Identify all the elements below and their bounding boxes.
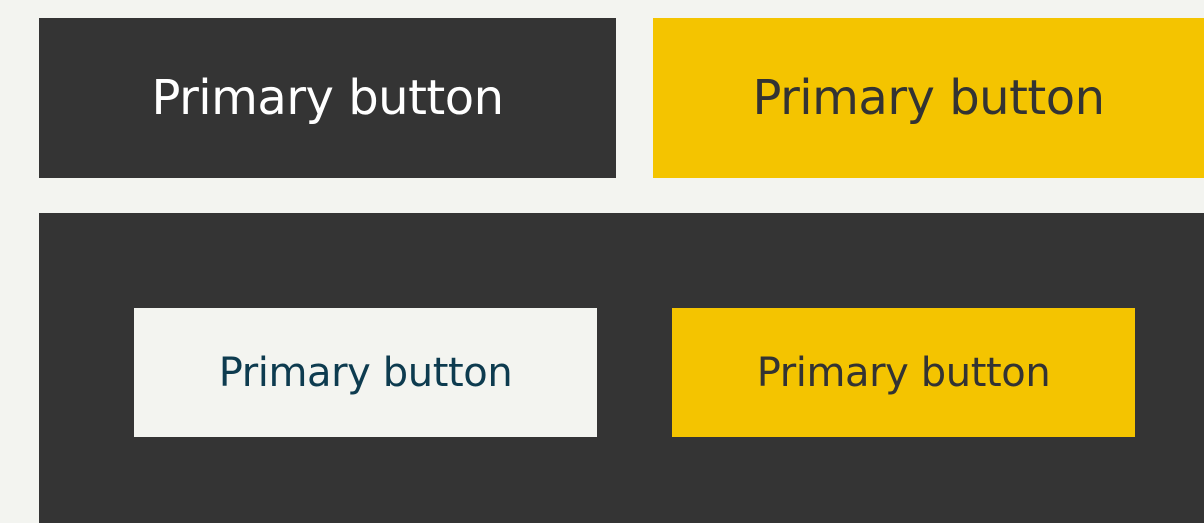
- dark-background-panel: Primary button Primary button: [39, 213, 1204, 523]
- primary-button-yellow[interactable]: Primary button: [653, 18, 1204, 178]
- primary-button-light-on-dark-label: Primary button: [218, 349, 513, 396]
- primary-button-dark[interactable]: Primary button: [39, 18, 616, 178]
- primary-button-yellow-on-dark[interactable]: Primary button: [672, 308, 1135, 437]
- primary-button-yellow-label: Primary button: [752, 70, 1105, 126]
- button-showcase-page: Primary button Primary button Primary bu…: [0, 0, 1204, 523]
- primary-button-yellow-on-dark-label: Primary button: [756, 349, 1051, 396]
- primary-button-light-on-dark[interactable]: Primary button: [134, 308, 597, 437]
- primary-button-dark-label: Primary button: [151, 70, 504, 126]
